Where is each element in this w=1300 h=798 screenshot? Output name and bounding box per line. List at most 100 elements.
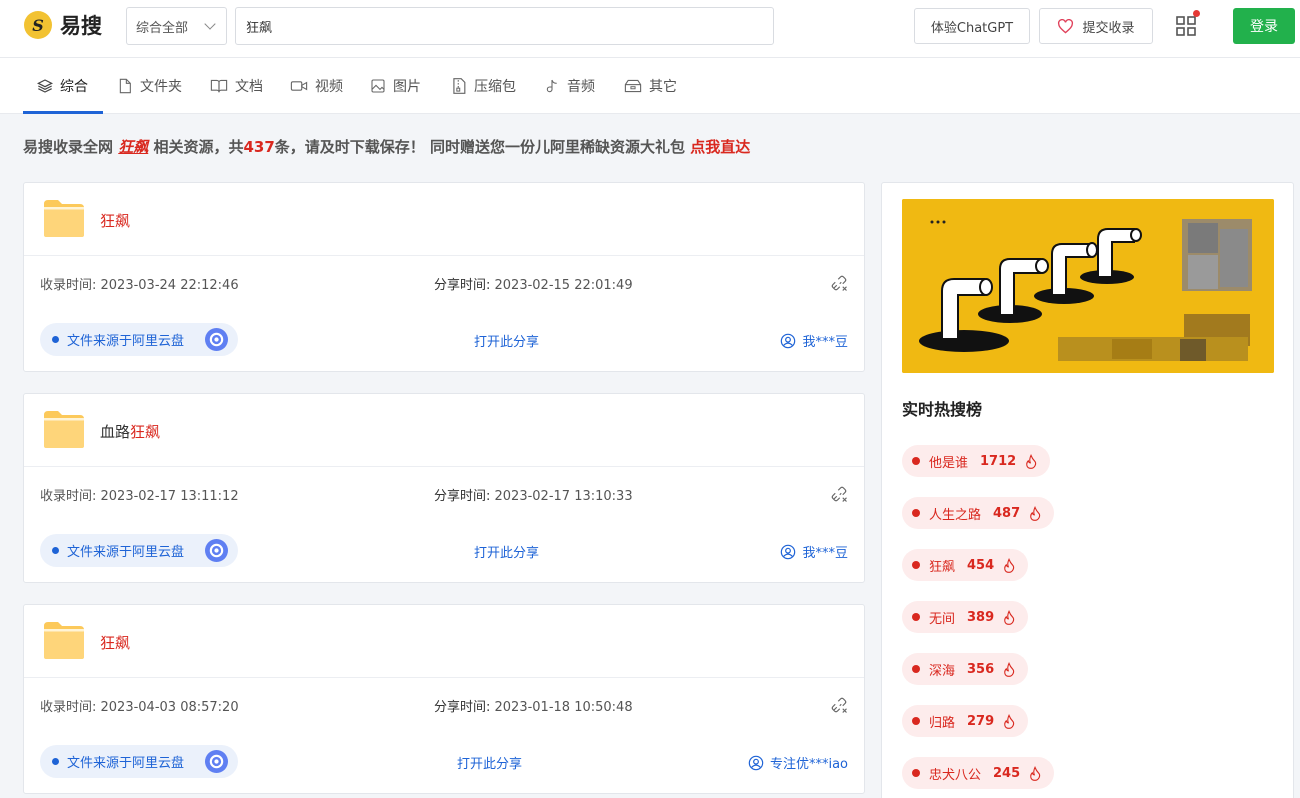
hot-dot xyxy=(912,613,920,621)
hot-search-count: 389 xyxy=(967,609,995,625)
fire-icon xyxy=(1004,609,1015,625)
hot-search-item[interactable]: 无间 389 xyxy=(902,601,1029,633)
result-title-prefix: 血路 xyxy=(100,423,131,441)
result-card[interactable]: 狂飙 收录时间: 2023-03-24 22:12:46 分享时间: 2023-… xyxy=(23,182,865,372)
hot-search-name: 人生之路 xyxy=(929,507,982,523)
apps-grid-icon[interactable] xyxy=(1174,14,1198,38)
hot-dot xyxy=(912,509,920,517)
collected-time: 收录时间: 2023-03-24 22:12:46 xyxy=(40,274,239,293)
tab-other[interactable]: 其它 xyxy=(624,58,677,114)
broken-link-icon[interactable] xyxy=(830,274,848,292)
shared-time: 分享时间: 2023-02-17 13:10:33 xyxy=(434,485,633,504)
result-card[interactable]: 狂飙 收录时间: 2023-04-03 08:57:20 分享时间: 2023-… xyxy=(23,604,865,794)
result-title-keyword: 狂飙 xyxy=(100,634,131,652)
source-dot xyxy=(52,758,59,765)
fire-icon xyxy=(1004,713,1015,729)
hot-search-count: 245 xyxy=(993,765,1021,781)
result-card-header: 狂飙 xyxy=(24,605,864,678)
aliyun-drive-icon xyxy=(205,328,228,351)
tab-label: 图片 xyxy=(393,79,421,95)
tab-label: 音频 xyxy=(567,79,595,95)
tab-video[interactable]: 视频 xyxy=(290,58,343,114)
zip-icon xyxy=(453,78,466,94)
open-share-link[interactable]: 打开此分享 xyxy=(474,542,539,561)
hot-dot xyxy=(912,717,920,725)
hot-dot xyxy=(912,457,920,465)
result-card-header: 血路狂飙 xyxy=(24,394,864,467)
sharer-name: 我***豆 xyxy=(802,335,848,350)
video-icon xyxy=(290,81,308,91)
result-title[interactable]: 狂飙 xyxy=(100,210,130,231)
chatgpt-button[interactable]: 体验ChatGPT xyxy=(914,8,1030,44)
logo-icon: S xyxy=(24,11,52,39)
hot-search-item[interactable]: 归路 279 xyxy=(902,705,1029,737)
source-label: 文件来源于阿里云盘 xyxy=(67,756,185,771)
tab-all[interactable]: 综合 xyxy=(37,58,88,114)
hot-search-item[interactable]: 深海 356 xyxy=(902,653,1029,685)
promo-banner[interactable] xyxy=(902,199,1274,373)
chevron-down-icon xyxy=(204,18,216,30)
hot-search-name: 狂飙 xyxy=(929,559,956,575)
tab-folder[interactable]: 文件夹 xyxy=(117,58,182,114)
hot-search-item[interactable]: 他是谁 1712 xyxy=(902,445,1051,477)
source-badge: 文件来源于阿里云盘 xyxy=(40,534,238,567)
collected-time-label: 收录时间: xyxy=(40,489,101,504)
file-icon xyxy=(119,78,131,94)
fire-icon xyxy=(1004,557,1015,573)
broken-link-icon[interactable] xyxy=(830,696,848,714)
logo-text: 易搜 xyxy=(60,14,102,38)
submit-collection-button[interactable]: 提交收录 xyxy=(1039,8,1153,44)
category-tabs: 综合 文件夹 文档 视频 图片 压缩包 音频 其它 xyxy=(0,58,1300,114)
heart-icon xyxy=(1058,18,1074,34)
result-card-header: 狂飙 xyxy=(24,183,864,256)
collected-time: 收录时间: 2023-04-03 08:57:20 xyxy=(40,696,239,715)
banner-illustration xyxy=(902,199,1274,373)
tab-label: 视频 xyxy=(315,79,343,95)
notification-dot xyxy=(1193,10,1200,17)
sharer[interactable]: 我***豆 xyxy=(780,331,848,350)
open-share-link[interactable]: 打开此分享 xyxy=(457,753,522,772)
aliyun-drive-icon xyxy=(205,750,228,773)
sharer[interactable]: 我***豆 xyxy=(780,542,848,561)
result-title[interactable]: 狂飙 xyxy=(100,632,130,653)
source-label: 文件来源于阿里云盘 xyxy=(67,334,185,349)
hot-search-name: 他是谁 xyxy=(929,455,969,471)
hot-search-item[interactable]: 狂飙 454 xyxy=(902,549,1029,581)
tab-image[interactable]: 图片 xyxy=(370,58,421,114)
tab-label: 其它 xyxy=(649,79,677,95)
hot-search-item[interactable]: 忠犬八公 245 xyxy=(902,757,1055,789)
hot-search-name: 深海 xyxy=(929,663,956,679)
music-icon xyxy=(546,79,557,93)
top-header: S 易搜 综合全部 体验ChatGPT 提交收录 登录 xyxy=(0,0,1300,58)
summary-suffix: 条，请及时下载保存！ 同时赠送您一份儿阿里稀缺资源大礼包 xyxy=(274,138,691,156)
login-button[interactable]: 登录 xyxy=(1233,8,1295,44)
tab-archive[interactable]: 压缩包 xyxy=(451,58,516,114)
gift-link[interactable]: 点我直达 xyxy=(690,138,750,156)
sharer[interactable]: 专注优***iao xyxy=(748,753,848,772)
source-dot xyxy=(52,336,59,343)
hot-search-count: 279 xyxy=(967,713,995,729)
broken-link-icon[interactable] xyxy=(830,485,848,503)
hot-search-count: 487 xyxy=(993,505,1021,521)
hot-search-name: 无间 xyxy=(929,611,956,627)
site-logo[interactable]: S 易搜 xyxy=(24,10,102,40)
search-input[interactable] xyxy=(235,7,774,45)
result-summary: 易搜收录全网 狂飙 相关资源，共437条，请及时下载保存！ 同时赠送您一份儿阿里… xyxy=(23,136,750,157)
scope-select[interactable]: 综合全部 xyxy=(126,7,227,45)
tab-label: 压缩包 xyxy=(474,79,516,95)
shared-time: 分享时间: 2023-02-15 22:01:49 xyxy=(434,274,633,293)
shared-time-label: 分享时间: xyxy=(434,278,495,293)
hot-search-item[interactable]: 人生之路 487 xyxy=(902,497,1055,529)
fire-icon xyxy=(1030,765,1041,781)
result-title-keyword: 狂飙 xyxy=(130,423,161,441)
tab-audio[interactable]: 音频 xyxy=(544,58,595,114)
shared-time: 分享时间: 2023-01-18 10:50:48 xyxy=(434,696,633,715)
open-share-link[interactable]: 打开此分享 xyxy=(474,331,539,350)
hot-dot xyxy=(912,769,920,777)
summary-middle: 相关资源，共 xyxy=(148,138,244,156)
result-title[interactable]: 血路狂飙 xyxy=(100,421,160,442)
hot-dot xyxy=(912,665,920,673)
tab-document[interactable]: 文档 xyxy=(210,58,263,114)
result-card[interactable]: 血路狂飙 收录时间: 2023-02-17 13:11:12 分享时间: 202… xyxy=(23,393,865,583)
collected-time-value: 2023-03-24 22:12:46 xyxy=(100,278,239,293)
